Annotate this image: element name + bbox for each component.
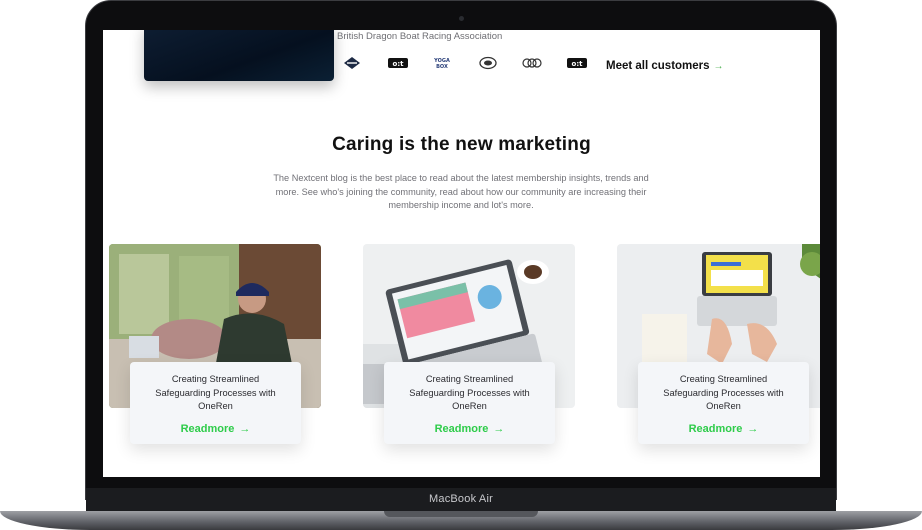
yoga-logo-icon: YOGA BOX — [433, 58, 450, 70]
readmore-link[interactable]: Readmore → — [689, 423, 759, 435]
arrow-right-icon: → — [713, 60, 724, 72]
arrow-right-icon: → — [493, 422, 505, 435]
odt-logo-icon: o:t — [388, 58, 408, 68]
readmore-label: Readmore — [180, 422, 235, 435]
badge-logo-icon — [479, 56, 497, 70]
odt-logo-icon: o:t — [567, 58, 587, 68]
meet-all-customers-link[interactable]: Meet all customers → — [606, 60, 724, 72]
blog-card: Creating Streamlined Safeguarding Proces… — [130, 362, 301, 444]
association-name: British Dragon Boat Racing Association — [337, 31, 503, 42]
loops-logo-icon — [522, 58, 542, 68]
blog-card: Creating Streamlined Safeguarding Proces… — [638, 362, 809, 444]
arrow-right-icon: → — [747, 422, 759, 435]
card-title: Creating Streamlined Safeguarding Proces… — [663, 374, 784, 411]
svg-text:o:t: o:t — [393, 60, 405, 68]
laptop-notch — [384, 511, 538, 517]
readmore-label: Readmore — [434, 422, 489, 435]
laptop-screen: British Dragon Boat Racing Association o… — [103, 30, 820, 477]
camera-icon — [459, 16, 464, 21]
hero-image — [144, 30, 334, 81]
readmore-link[interactable]: Readmore → — [435, 423, 505, 435]
card-title: Creating Streamlined Safeguarding Proces… — [409, 374, 530, 411]
arrow-right-icon: → — [239, 422, 251, 435]
readmore-label: Readmore — [688, 422, 743, 435]
emblem-logo-icon — [344, 57, 360, 69]
svg-text:BOX: BOX — [436, 64, 448, 70]
section-description: The Nextcent blog is the best place to r… — [273, 173, 649, 210]
svg-text:o:t: o:t — [572, 60, 584, 68]
card-title: Creating Streamlined Safeguarding Proces… — [155, 374, 276, 411]
meet-link-label: Meet all customers — [606, 60, 710, 72]
readmore-link[interactable]: Readmore → — [181, 423, 251, 435]
device-model-label: MacBook Air — [429, 493, 493, 505]
blog-card: Creating Streamlined Safeguarding Proces… — [384, 362, 555, 444]
section-title: Caring is the new marketing — [332, 134, 591, 155]
